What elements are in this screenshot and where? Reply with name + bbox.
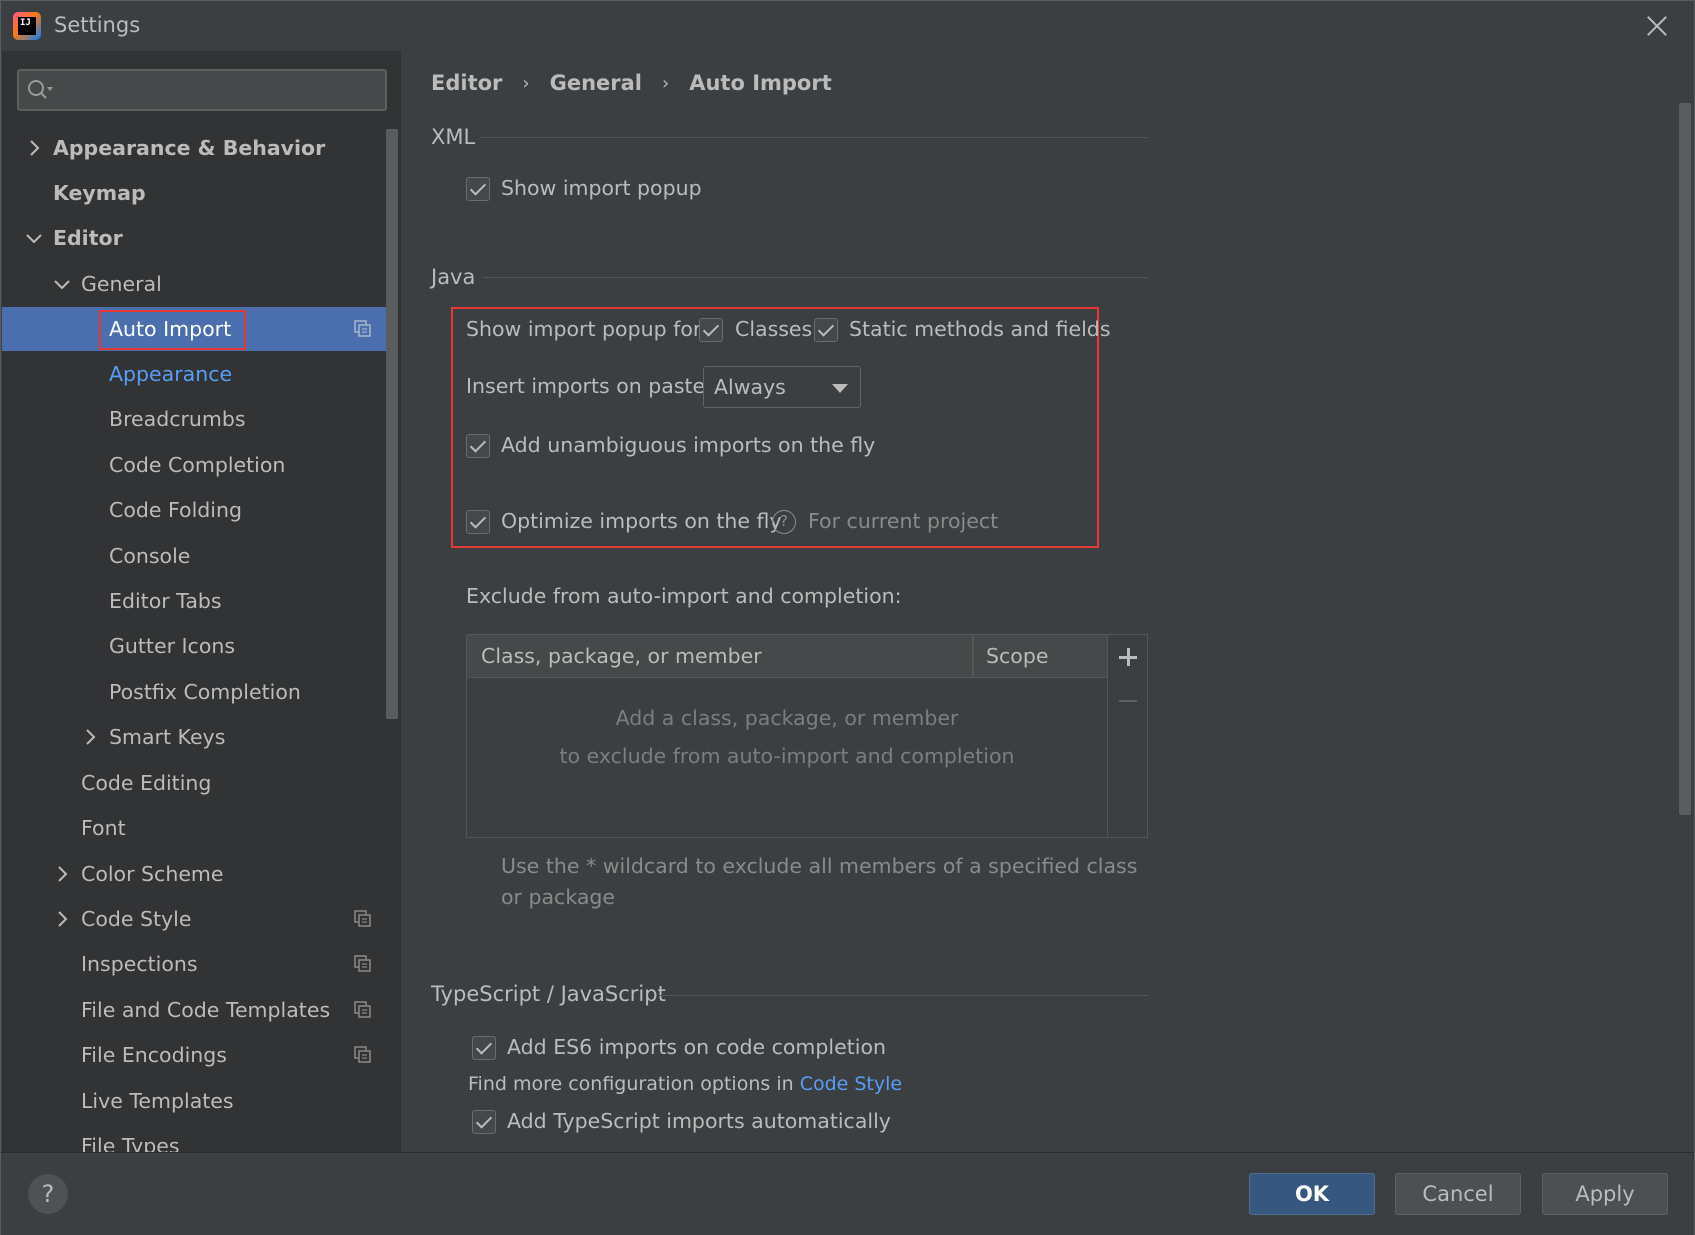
tree-item-keymap[interactable]: Keymap — [2, 171, 387, 215]
optimize-imports-checkbox[interactable] — [466, 510, 490, 534]
settings-dialog: IJ Settings Appearance & Behavior Keymap — [0, 0, 1695, 1235]
column-header-scope[interactable]: Scope — [986, 644, 1048, 668]
insert-imports-dropdown[interactable]: Always — [703, 366, 861, 408]
intellij-logo-icon: IJ — [13, 12, 41, 40]
add-ts-imports-label: Add TypeScript imports automatically — [507, 1109, 891, 1133]
chevron-right-icon — [30, 140, 40, 156]
wildcard-note: Use the * wildcard to exclude all member… — [501, 854, 1138, 909]
exclude-table: Class, package, or member Scope Add a cl… — [466, 634, 1148, 838]
code-style-link[interactable]: Code Style — [800, 1073, 902, 1095]
tree-item-code-editing[interactable]: Code Editing — [2, 761, 387, 805]
tree-item-live-templates[interactable]: Live Templates — [2, 1079, 387, 1123]
show-import-popup-for-label: Show import popup for: — [466, 317, 708, 341]
section-title-xml: XML — [431, 125, 476, 149]
auto-import-highlight — [99, 310, 246, 350]
tree-item-file-types[interactable]: File Types — [2, 1124, 387, 1152]
insert-imports-on-paste-label: Insert imports on paste: — [466, 374, 713, 398]
section-title-java: Java — [431, 265, 476, 289]
tree-item-font[interactable]: Font — [2, 806, 387, 850]
apply-button[interactable]: Apply — [1542, 1173, 1668, 1215]
content-scrollbar[interactable] — [1679, 103, 1691, 815]
add-unambiguous-imports-label: Add unambiguous imports on the fly — [501, 433, 876, 457]
tree-item-inspections[interactable]: Inspections — [2, 942, 387, 986]
tree-item-color-scheme[interactable]: Color Scheme — [2, 852, 387, 896]
caret-down-icon — [832, 384, 848, 393]
project-settings-icon — [354, 955, 371, 972]
chevron-down-icon — [54, 280, 70, 290]
dialog-footer: ? OK Cancel Apply — [1, 1152, 1694, 1235]
table-empty-text-2: to exclude from auto-import and completi… — [559, 744, 1015, 768]
tree-item-file-encodings[interactable]: File Encodings — [2, 1033, 387, 1077]
cancel-button[interactable]: Cancel — [1395, 1173, 1521, 1215]
breadcrumb-editor[interactable]: Editor — [431, 71, 502, 95]
tree-item-code-folding[interactable]: Code Folding — [2, 488, 387, 532]
tree-item-breadcrumbs[interactable]: Breadcrumbs — [2, 397, 387, 441]
add-icon[interactable] — [1108, 637, 1148, 677]
tree-item-code-style[interactable]: Code Style — [2, 897, 387, 941]
column-divider — [972, 635, 974, 678]
breadcrumb: Editor › General › Auto Import — [431, 71, 832, 95]
tree-item-gutter-icons[interactable]: Gutter Icons — [2, 624, 387, 668]
table-header: Class, package, or member Scope — [467, 635, 1107, 678]
classes-checkbox[interactable] — [699, 318, 723, 342]
add-es6-imports-checkbox[interactable] — [472, 1036, 496, 1060]
column-header-class[interactable]: Class, package, or member — [481, 644, 762, 668]
table-empty-text-1: Add a class, package, or member — [615, 706, 959, 730]
project-settings-icon — [354, 1046, 371, 1063]
tree-item-file-code-templates[interactable]: File and Code Templates — [2, 988, 387, 1032]
for-current-project-label: For current project — [808, 509, 999, 533]
remove-icon[interactable] — [1108, 681, 1148, 721]
breadcrumb-separator: › — [522, 72, 530, 94]
close-icon[interactable] — [1644, 13, 1670, 39]
breadcrumb-auto-import: Auto Import — [689, 71, 832, 95]
section-divider — [659, 995, 1148, 996]
add-ts-imports-checkbox[interactable] — [472, 1110, 496, 1134]
help-icon[interactable]: ? — [772, 510, 796, 534]
title-bar: IJ Settings — [1, 1, 1694, 51]
add-unambiguous-imports-checkbox[interactable] — [466, 434, 490, 458]
xml-show-import-popup-checkbox[interactable] — [466, 177, 490, 201]
find-more-config-text: Find more configuration options in Code … — [468, 1073, 903, 1095]
project-settings-icon — [354, 1001, 371, 1018]
sidebar-scrollbar[interactable] — [386, 129, 398, 719]
breadcrumb-general[interactable]: General — [550, 71, 642, 95]
chevron-right-icon — [58, 866, 68, 882]
project-settings-icon — [354, 320, 371, 337]
static-methods-label: Static methods and fields — [849, 317, 1111, 341]
tree-item-general[interactable]: General — [2, 262, 387, 306]
table-toolbar — [1107, 635, 1147, 837]
optimize-imports-label: Optimize imports on the fly — [501, 509, 782, 533]
chevron-right-icon — [86, 729, 96, 745]
settings-sidebar: Appearance & Behavior Keymap Editor Gene… — [2, 51, 401, 1152]
tree-item-console[interactable]: Console — [2, 534, 387, 578]
exclude-label: Exclude from auto-import and completion: — [466, 584, 902, 608]
static-methods-checkbox[interactable] — [814, 318, 838, 342]
window-title: Settings — [54, 13, 141, 37]
tree-item-postfix-completion[interactable]: Postfix Completion — [2, 670, 387, 714]
section-title-typescript: TypeScript / JavaScript — [431, 982, 666, 1006]
ok-button[interactable]: OK — [1249, 1173, 1375, 1215]
settings-content: Editor › General › Auto Import XML Show … — [401, 51, 1695, 1152]
tree-item-code-completion[interactable]: Code Completion — [2, 443, 387, 487]
tree-item-appearance-behavior[interactable]: Appearance & Behavior — [2, 126, 387, 170]
tree-item-editor[interactable]: Editor — [2, 216, 387, 260]
search-icon — [28, 80, 53, 99]
project-settings-icon — [354, 910, 371, 927]
section-divider — [481, 137, 1148, 138]
tree-item-appearance[interactable]: Appearance — [2, 352, 387, 396]
search-input[interactable] — [17, 69, 387, 111]
breadcrumb-separator: › — [662, 72, 670, 94]
classes-label: Classes — [735, 317, 813, 341]
tree-item-editor-tabs[interactable]: Editor Tabs — [2, 579, 387, 623]
tree-item-smart-keys[interactable]: Smart Keys — [2, 715, 387, 759]
section-divider — [483, 277, 1148, 278]
help-button[interactable]: ? — [28, 1174, 68, 1214]
add-es6-imports-label: Add ES6 imports on code completion — [507, 1035, 886, 1059]
chevron-down-icon — [26, 234, 42, 244]
xml-show-import-popup-label: Show import popup — [501, 176, 702, 200]
chevron-right-icon — [58, 911, 68, 927]
